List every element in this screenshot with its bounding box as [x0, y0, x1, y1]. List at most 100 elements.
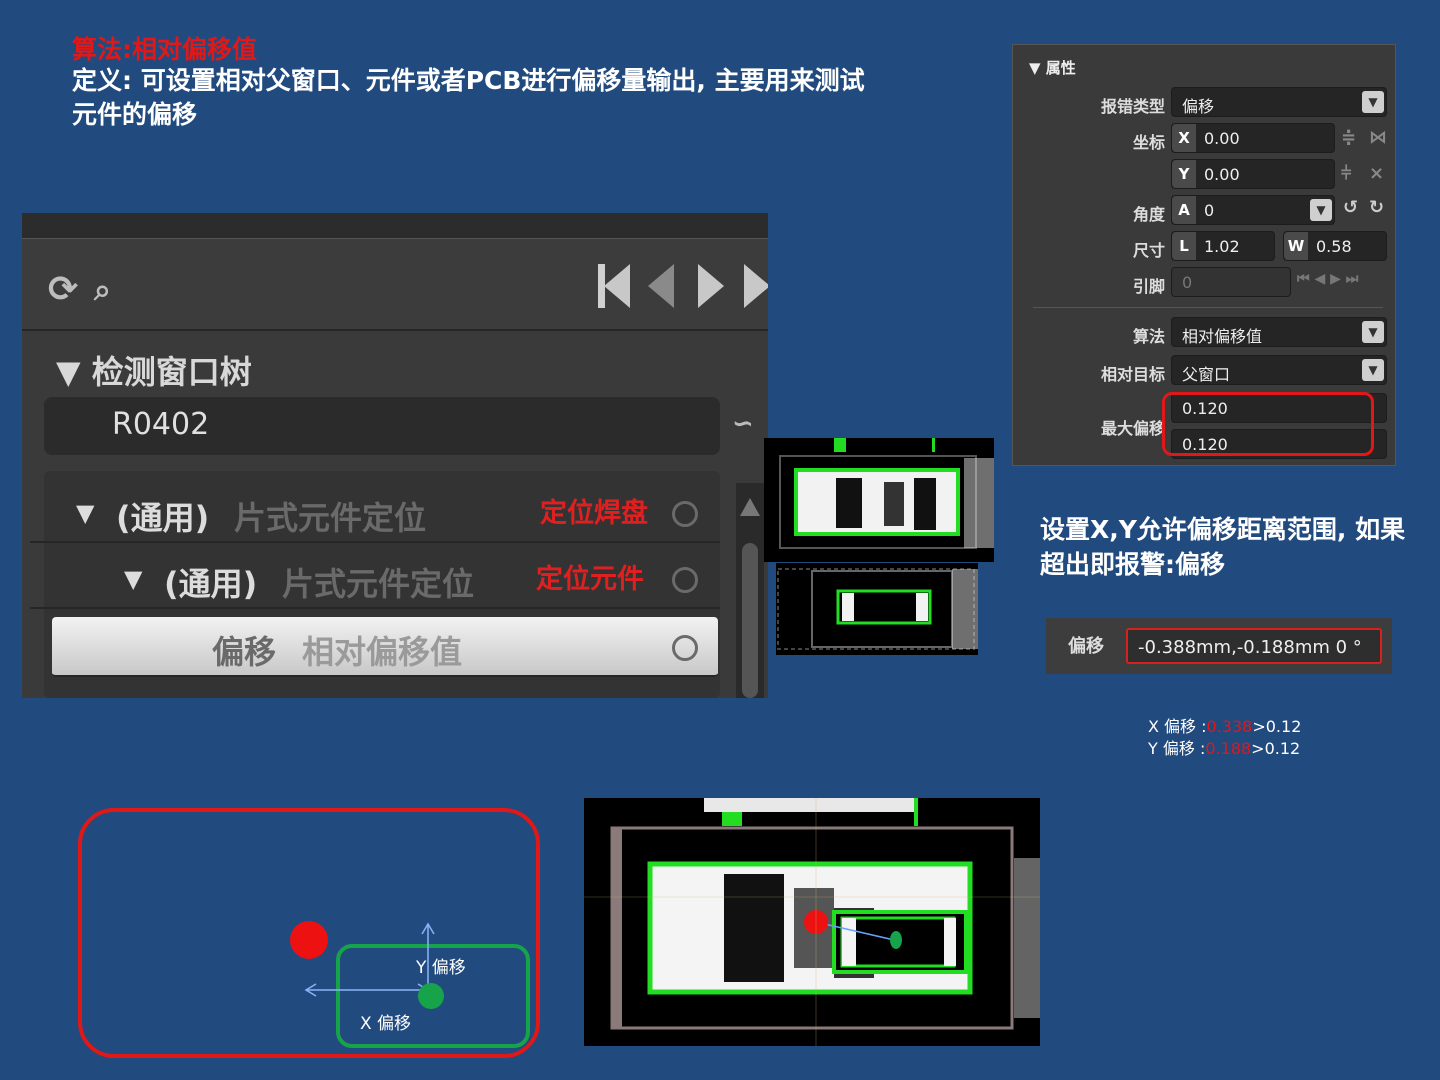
row-desc: 片式元件定位: [282, 565, 475, 603]
page-title: 算法:相对偏移值: [72, 35, 257, 64]
relative-target-label: 相对目标: [1100, 365, 1165, 384]
x-offset-compare: >0.12: [1252, 717, 1302, 736]
y-value: 0.00: [1204, 165, 1240, 184]
w-prefix: W: [1284, 232, 1308, 260]
row-tag: (通用): [164, 565, 258, 603]
large-inspection-image: [584, 798, 1040, 1046]
algo-select[interactable]: 相对偏移值 ▼: [1171, 317, 1387, 347]
y-offset-label: Y 偏移 :: [1148, 739, 1206, 758]
component-image: [776, 563, 978, 655]
w-field[interactable]: W 0.58: [1283, 231, 1387, 261]
max-offset-label: 最大偏移: [1100, 419, 1165, 438]
offset-description: 设置X,Y允许偏移距离范围, 如果超出即报警:偏移: [1040, 515, 1406, 579]
relative-target-select[interactable]: 父窗口 ▼: [1171, 355, 1387, 385]
property-header[interactable]: ▼ 属性: [1029, 57, 1076, 78]
last-icon: [744, 264, 768, 308]
coord-label: 坐标: [1132, 133, 1165, 152]
prev-button[interactable]: [644, 261, 684, 311]
angle-label: 角度: [1132, 205, 1165, 224]
scroll-up-icon[interactable]: [740, 498, 760, 516]
row-radio[interactable]: [672, 567, 698, 593]
angle-value: 0: [1204, 201, 1215, 220]
x-offset-label: X 偏移 :: [1148, 717, 1207, 736]
row-desc: 相对偏移值: [302, 633, 463, 671]
tree-row-selected[interactable]: 偏移 相对偏移值: [52, 617, 718, 677]
chevron-down-icon: ▼: [1362, 321, 1384, 343]
tree-row[interactable]: ▼ (通用) 片式元件定位 定位焊盘: [30, 483, 720, 543]
pad-image: [764, 438, 994, 562]
chevron-down-icon: ▼: [1362, 91, 1384, 113]
tree-search-value: R0402: [112, 407, 210, 442]
error-type-value: 偏移: [1182, 97, 1215, 116]
twisty-icon[interactable]: ▼: [124, 565, 142, 593]
link-icon[interactable]: ∽: [732, 409, 754, 439]
offset-result-value: -0.388mm,-0.188mm 0 °: [1138, 637, 1362, 658]
scroll-thumb[interactable]: [742, 543, 758, 698]
twisty-icon[interactable]: ▼: [76, 499, 94, 527]
panel-top-trim: [22, 213, 768, 239]
algo-label: 算法: [1132, 327, 1165, 346]
rotate-cw-icon[interactable]: ↻: [1369, 197, 1384, 218]
y-prefix: Y: [1172, 160, 1196, 188]
error-type-label: 报错类型: [1100, 97, 1165, 116]
y-offset-value: 0.188: [1205, 739, 1252, 758]
offset-result-panel: 偏移 -0.388mm,-0.188mm 0 °: [1046, 618, 1392, 674]
y-offset-calc: Y 偏移 :0.188>0.12: [1148, 738, 1300, 760]
pin-nav-icon[interactable]: ⏮ ◀ ▶ ⏭: [1297, 271, 1358, 287]
next-button[interactable]: [694, 261, 734, 311]
size-label: 尺寸: [1132, 241, 1165, 260]
prev-icon: [648, 264, 674, 308]
x-field[interactable]: X 0.00: [1171, 123, 1335, 153]
angle-field[interactable]: A 0 ▼: [1171, 195, 1335, 225]
row-radio[interactable]: [672, 501, 698, 527]
pin-field[interactable]: 0: [1171, 267, 1291, 297]
row-tag: 偏移: [212, 633, 277, 671]
next-icon: [698, 264, 724, 308]
refresh-icon[interactable]: ⟳: [48, 269, 78, 310]
tree-toolbar: ⟳ ⌕: [22, 239, 768, 331]
first-button[interactable]: [594, 261, 634, 311]
l-field[interactable]: L 1.02: [1171, 231, 1275, 261]
max-offset-highlight: [1162, 392, 1374, 456]
error-type-select[interactable]: 偏移 ▼: [1171, 87, 1387, 117]
x-offset-calc: X 偏移 :0.338>0.12: [1148, 716, 1301, 738]
pin-label: 引脚: [1132, 277, 1165, 296]
row-note: 定位元件: [536, 564, 644, 595]
l-prefix: L: [1172, 232, 1196, 260]
row-radio[interactable]: [672, 635, 698, 661]
offset-result-label: 偏移: [1068, 636, 1104, 657]
angle-prefix: A: [1172, 196, 1196, 224]
tree-search-field[interactable]: R0402: [44, 397, 720, 455]
y-offset-diagram-label: Y 偏移: [416, 958, 466, 978]
pin-value: 0: [1182, 273, 1193, 292]
w-value: 0.58: [1316, 237, 1352, 256]
tree-row[interactable]: ▼ (通用) 片式元件定位 定位元件: [30, 549, 720, 609]
inspection-image-pad: [764, 438, 994, 562]
tree-header-label: ▼ 检测窗口树: [56, 353, 252, 391]
align-h-icon[interactable]: ≑: [1341, 127, 1356, 148]
align-v-icon[interactable]: ⫩: [1341, 163, 1351, 184]
divider: [1033, 307, 1383, 308]
x-offset-value: 0.338: [1206, 717, 1253, 736]
row-desc: 片式元件定位: [234, 499, 427, 537]
inspection-image-large: [584, 798, 1040, 1046]
last-button[interactable]: [742, 261, 768, 311]
relative-target-value: 父窗口: [1182, 365, 1231, 384]
chevron-down-icon: ▼: [1310, 199, 1332, 221]
row-tag: (通用): [116, 499, 210, 537]
y-field[interactable]: Y 0.00: [1171, 159, 1335, 189]
rotate-ccw-icon[interactable]: ↺: [1343, 197, 1358, 218]
flip-v-icon[interactable]: ⨯: [1369, 163, 1384, 184]
y-offset-compare: >0.12: [1251, 739, 1301, 758]
chevron-down-icon: ▼: [1362, 359, 1384, 381]
offset-result-field[interactable]: -0.388mm,-0.188mm 0 °: [1126, 628, 1382, 664]
algo-value: 相对偏移值: [1182, 327, 1263, 346]
definition-text: 定义: 可设置相对父窗口、元件或者PCB进行偏移量输出, 主要用来测试元件的偏移: [72, 66, 865, 129]
tree-header[interactable]: ▼ 检测窗口树: [22, 333, 768, 397]
x-prefix: X: [1172, 124, 1196, 152]
inspection-tree-panel: ⟳ ⌕ ▼ 检测窗口树 R0402 ∽ ▼ (通用) 片式元件定位 定位焊盘 ▼…: [22, 213, 768, 698]
row-note: 定位焊盘: [540, 498, 648, 529]
first-icon: [604, 264, 630, 308]
flip-h-icon[interactable]: ⋈: [1369, 127, 1387, 148]
search-tree-icon[interactable]: ⌕: [94, 273, 111, 308]
